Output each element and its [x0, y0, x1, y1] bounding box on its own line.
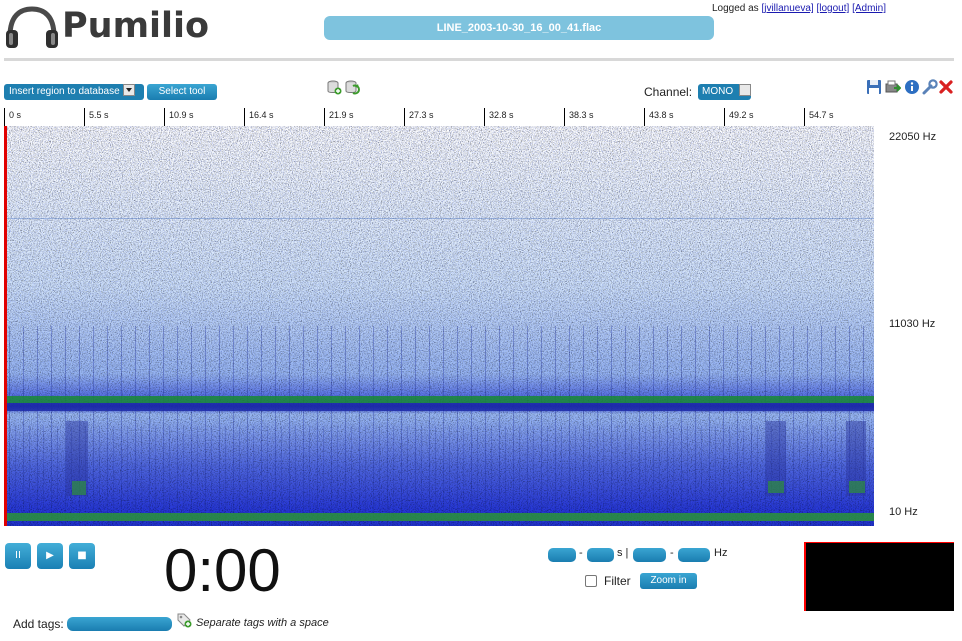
- time-tick: 5.5 s: [84, 108, 109, 126]
- tag-add-icon[interactable]: [176, 612, 192, 628]
- user-link[interactable]: [jvillanueva]: [761, 3, 813, 14]
- freq-label-mid: 11030 Hz: [889, 318, 936, 330]
- tags-hint: Separate tags with a space: [196, 617, 329, 629]
- login-prefix: Logged as: [711, 3, 759, 14]
- file-title-bar: LINE_2003-10-30_16_00_41.flac: [324, 16, 714, 40]
- time-end-field[interactable]: [587, 548, 614, 562]
- admin-link[interactable]: [Admin]: [852, 3, 886, 14]
- headphones-icon: [6, 6, 58, 48]
- channel-value: MONO: [702, 86, 734, 97]
- time-tick: 0 s: [4, 108, 21, 126]
- playhead[interactable]: [4, 126, 7, 526]
- spectrogram-image: [6, 126, 874, 526]
- freq-min-field[interactable]: [633, 548, 666, 562]
- time-tick: 38.3 s: [564, 108, 594, 126]
- region-action-select[interactable]: Insert region to database: [4, 84, 144, 100]
- stop-button[interactable]: ■: [69, 543, 95, 569]
- header-divider: [4, 58, 954, 61]
- range-dash-freq: -: [670, 547, 674, 559]
- pause-button[interactable]: II: [5, 543, 31, 569]
- freq-label-top: 22050 Hz: [889, 131, 937, 143]
- time-tick: 16.4 s: [244, 108, 274, 126]
- freq-label-bottom: 10 Hz: [889, 506, 918, 518]
- tags-input[interactable]: [67, 617, 172, 631]
- region-action-label: Insert region to database: [9, 86, 120, 97]
- time-tick: 32.8 s: [484, 108, 514, 126]
- range-hz-label: Hz: [714, 547, 728, 559]
- time-tick: 43.8 s: [644, 108, 674, 126]
- filter-checkbox[interactable]: [585, 575, 597, 587]
- save-icon[interactable]: [866, 79, 882, 95]
- select-tool-button[interactable]: Select tool: [147, 84, 217, 100]
- zoom-in-button[interactable]: Zoom in: [640, 573, 697, 589]
- logout-link[interactable]: [logout]: [817, 3, 850, 14]
- playback-time: 0:00: [164, 537, 281, 604]
- chevron-down-icon: [738, 84, 751, 97]
- freq-max-field[interactable]: [678, 548, 710, 562]
- wrench-icon[interactable]: [922, 79, 938, 95]
- time-ruler: 0 s 5.5 s 10.9 s 16.4 s 21.9 s 27.3 s 32.8 s 38…: [4, 108, 874, 126]
- db-refresh-icon[interactable]: [344, 79, 360, 95]
- pumilio-logo: Pumilio: [4, 4, 224, 50]
- time-tick: 54.7 s: [804, 108, 834, 126]
- channel-label: Channel:: [644, 85, 693, 99]
- channel-select[interactable]: MONO: [698, 84, 751, 100]
- time-tick: 27.3 s: [404, 108, 434, 126]
- info-icon[interactable]: [904, 79, 920, 95]
- play-button[interactable]: ▶: [37, 543, 63, 569]
- close-icon[interactable]: [938, 79, 954, 95]
- range-dash-time: -: [579, 547, 583, 559]
- spectrogram[interactable]: [6, 126, 874, 526]
- app-name: Pumilio: [62, 6, 210, 46]
- export-icon[interactable]: [885, 79, 901, 95]
- waveform-navigator[interactable]: [804, 542, 954, 611]
- chevron-down-icon: [122, 84, 135, 97]
- range-seconds-sep: s |: [617, 547, 629, 559]
- tags-label: Add tags:: [13, 617, 64, 631]
- time-start-field[interactable]: [548, 548, 576, 562]
- login-info: Logged as [jvillanueva] [logout] [Admin]: [712, 3, 886, 14]
- filter-label: Filter: [604, 574, 631, 588]
- time-tick: 10.9 s: [164, 108, 194, 126]
- time-tick: 49.2 s: [724, 108, 754, 126]
- time-tick: 21.9 s: [324, 108, 354, 126]
- db-add-icon[interactable]: [326, 79, 342, 95]
